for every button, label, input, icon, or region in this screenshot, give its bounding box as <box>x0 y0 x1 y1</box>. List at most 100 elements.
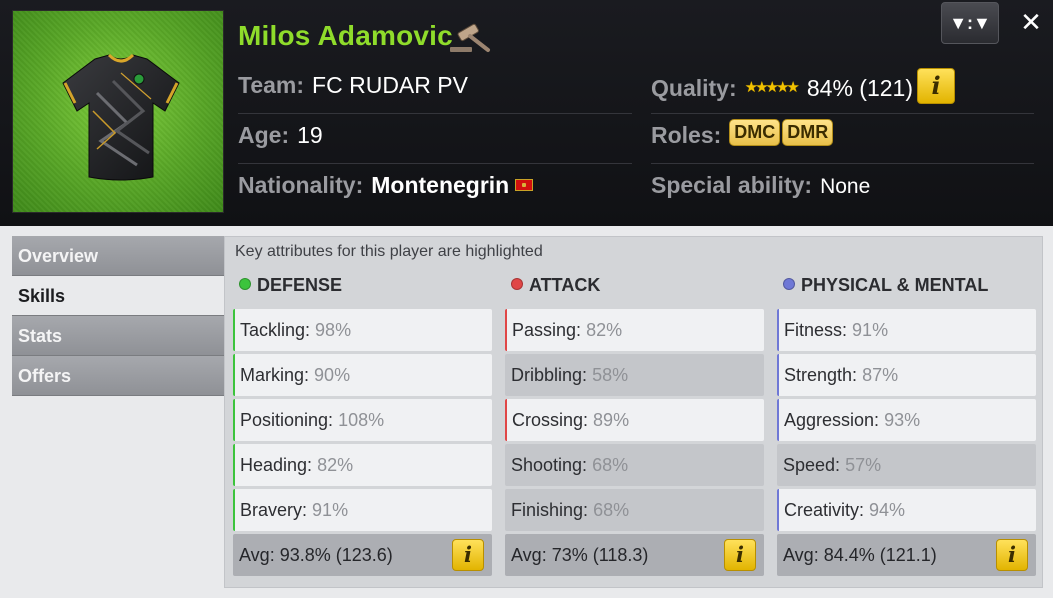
skill-name: Strength: <box>784 365 858 385</box>
skill-aggression: Aggression: 93% <box>777 399 1036 441</box>
age-label: Age: <box>238 122 290 148</box>
skill-value: 108% <box>338 410 385 430</box>
age-row: Age: 19 <box>238 122 323 162</box>
age-value: 19 <box>297 122 323 148</box>
attack-title-text: ATTACK <box>529 275 601 295</box>
close-icon[interactable]: ✕ <box>1016 6 1046 38</box>
tab-skills[interactable]: Skills <box>12 276 224 316</box>
defense-column: DEFENSE Tackling: 98% Marking: 90% Posit… <box>233 275 492 576</box>
skill-name: Passing: <box>512 320 582 340</box>
physical-mental-column: PHYSICAL & MENTAL Fitness: 91% Strength:… <box>777 275 1036 576</box>
tab-offers[interactable]: Offers <box>12 356 224 396</box>
player-header: Milos Adamovic Team: FC RUDAR PV Age: 19 N… <box>0 0 1053 226</box>
skill-value: 94% <box>869 500 906 520</box>
physical-mental-average: Avg: 84.4% (121.1) i <box>777 534 1036 576</box>
skill-value: 98% <box>315 320 352 340</box>
skill-value: 89% <box>593 410 630 430</box>
skill-creativity: Creativity: 94% <box>777 489 1036 531</box>
physical-mental-title: PHYSICAL & MENTAL <box>777 275 1036 301</box>
divider <box>651 163 1034 164</box>
defense-skill-list: Tackling: 98% Marking: 90% Positioning: … <box>233 309 492 576</box>
quality-stars-icon: ★★★★★ <box>744 79 800 96</box>
defense-average: Avg: 93.8% (123.6) i <box>233 534 492 576</box>
skill-value: 93% <box>884 410 921 430</box>
nationality-value: Montenegrin <box>371 172 510 198</box>
skill-marking: Marking: 90% <box>233 354 492 396</box>
skill-name: Fitness: <box>784 320 848 340</box>
attack-average: Avg: 73% (118.3) i <box>505 534 764 576</box>
physical-mental-skill-list: Fitness: 91% Strength: 87% Aggression: 9… <box>777 309 1036 576</box>
tab-stats[interactable]: Stats <box>12 316 224 356</box>
player-tabs: Overview Skills Stats Offers <box>12 236 224 396</box>
skill-value: 87% <box>862 365 899 385</box>
defense-title: DEFENSE <box>233 275 492 301</box>
role-badge-dmc[interactable]: DMC <box>729 119 781 147</box>
tab-overview[interactable]: Overview <box>12 236 224 276</box>
skill-value: 91% <box>312 500 349 520</box>
skill-fitness: Fitness: 91% <box>777 309 1036 351</box>
nationality-row: Nationality: Montenegrin <box>238 172 534 212</box>
quality-info-button[interactable]: i <box>917 68 955 104</box>
shirt-icon <box>62 53 180 181</box>
skill-name: Tackling: <box>240 320 311 340</box>
skill-name: Crossing: <box>512 410 589 430</box>
defense-dot-icon <box>239 278 251 291</box>
divider <box>651 113 1034 114</box>
skills-panel: Key attributes for this player are highl… <box>224 236 1043 588</box>
skill-value: 91% <box>852 320 889 340</box>
skill-name: Positioning: <box>240 410 334 430</box>
skill-value: 57% <box>845 455 882 475</box>
skill-name: Creativity: <box>784 500 865 520</box>
skill-strength: Strength: 87% <box>777 354 1036 396</box>
skill-speed: Speed: 57% <box>777 444 1036 486</box>
skill-name: Marking: <box>240 365 310 385</box>
average-value: Avg: 84.4% (121.1) <box>783 545 937 565</box>
skill-name: Shooting: <box>511 455 588 475</box>
role-badge-dmr[interactable]: DMR <box>782 119 834 147</box>
skill-name: Dribbling: <box>511 365 588 385</box>
skill-value: 90% <box>314 365 351 385</box>
attack-skill-list: Passing: 82% Dribbling: 58% Crossing: 89… <box>505 309 764 576</box>
skill-crossing: Crossing: 89% <box>505 399 764 441</box>
attack-info-button[interactable]: i <box>724 539 756 571</box>
skill-value: 82% <box>586 320 623 340</box>
team-value[interactable]: FC RUDAR PV <box>312 72 468 98</box>
quality-row: Quality: ★★★★★ 84% (121) i <box>651 68 955 112</box>
roles-label: Roles: <box>651 122 722 148</box>
skill-value: 58% <box>592 365 629 385</box>
compare-shirts-button[interactable]: ▼:▼ <box>941 2 999 44</box>
skill-name: Finishing: <box>511 500 589 520</box>
average-value: Avg: 73% (118.3) <box>511 545 649 565</box>
skill-shooting: Shooting: 68% <box>505 444 764 486</box>
physical-mental-dot-icon <box>783 278 795 291</box>
special-ability-value: None <box>820 175 871 198</box>
skill-tackling: Tackling: 98% <box>233 309 492 351</box>
skill-value: 68% <box>592 455 629 475</box>
skill-value: 82% <box>317 455 354 475</box>
skill-passing: Passing: 82% <box>505 309 764 351</box>
roles-row: Roles: DMC DMR <box>651 119 835 162</box>
skill-name: Aggression: <box>784 410 880 430</box>
quality-value: 84% (121) <box>806 75 913 102</box>
special-ability-label: Special ability: <box>651 172 813 198</box>
attack-title: ATTACK <box>505 275 764 301</box>
skill-name: Heading: <box>240 455 313 475</box>
defense-title-text: DEFENSE <box>257 275 343 295</box>
skill-bravery: Bravery: 91% <box>233 489 492 531</box>
defense-info-button[interactable]: i <box>452 539 484 571</box>
divider <box>238 113 632 114</box>
skill-name: Speed: <box>783 455 841 475</box>
quality-label: Quality: <box>651 75 737 102</box>
skill-heading: Heading: 82% <box>233 444 492 486</box>
gavel-icon[interactable] <box>448 20 496 54</box>
physical-mental-title-text: PHYSICAL & MENTAL <box>801 275 989 295</box>
nationality-label: Nationality: <box>238 172 364 198</box>
attack-dot-icon <box>511 278 523 291</box>
physical-mental-info-button[interactable]: i <box>996 539 1028 571</box>
player-name: Milos Adamovic <box>238 20 453 51</box>
special-ability-row: Special ability: None <box>651 172 870 212</box>
player-portrait <box>12 10 224 213</box>
skill-name: Bravery: <box>240 500 308 520</box>
skill-finishing: Finishing: 68% <box>505 489 764 531</box>
montenegro-flag-icon <box>515 178 534 191</box>
